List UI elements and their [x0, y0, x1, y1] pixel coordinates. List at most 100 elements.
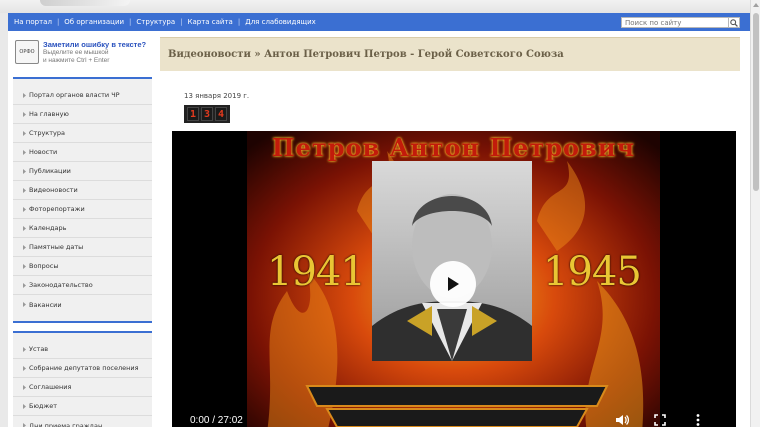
nav-link-about[interactable]: Об организации — [64, 18, 124, 26]
sidebar-item[interactable]: Структура — [13, 124, 152, 143]
nav-link-sitemap[interactable]: Карта сайта — [188, 18, 233, 26]
fullscreen-icon — [654, 414, 666, 426]
sidebar-item[interactable]: Вопросы — [13, 257, 152, 276]
search-icon — [730, 18, 738, 27]
chevron-right-icon — [23, 131, 26, 136]
counter-digit: 4 — [215, 107, 227, 121]
sidebar-item-label: Календарь — [29, 224, 67, 232]
sidebar-item-label: Публикации — [29, 167, 71, 175]
chevron-right-icon — [23, 283, 26, 288]
volume-icon — [616, 415, 630, 425]
page-header: Видеоновости » Антон Петрович Петров - Г… — [160, 37, 740, 71]
nav-link-portal[interactable]: На портал — [14, 18, 52, 26]
year-left: 1941 — [267, 249, 366, 295]
nav-separator: | — [180, 18, 183, 26]
nav-separator: | — [129, 18, 132, 26]
main-content: Видеоновости » Антон Петрович Петров - Г… — [160, 37, 740, 427]
sidebar-item-label: Законодательство — [29, 281, 93, 289]
orpho-icon: ОРФО — [15, 40, 39, 64]
top-shade — [0, 0, 760, 13]
sidebar-item-label: На главную — [29, 110, 69, 118]
volume-button[interactable] — [615, 413, 630, 427]
chevron-right-icon — [23, 302, 26, 307]
sidebar-item[interactable]: Календарь — [13, 219, 152, 238]
video-player[interactable]: Петров Антон Петрович 1941 1945 0:00 / 2… — [172, 131, 736, 427]
sidebar-item-label: Бюджет — [29, 402, 58, 410]
scrollbar-thumb[interactable] — [753, 13, 759, 191]
page-scrollbar[interactable] — [750, 0, 760, 427]
sidebar-item[interactable]: Портал органов власти ЧР — [13, 86, 152, 105]
sidebar-item-label: Фоторепортажи — [29, 205, 85, 213]
sidebar-menu-main: Портал органов власти ЧР На главную Структ… — [13, 77, 152, 323]
sidebar-item[interactable]: Публикации — [13, 162, 152, 181]
sidebar-item-label: Собрание депутатов поселения — [29, 364, 139, 372]
year-right: 1945 — [543, 249, 642, 295]
chevron-right-icon — [23, 188, 26, 193]
sidebar-item[interactable]: Вакансии — [13, 295, 152, 314]
content-area: ОРФО Заметили ошибку в тексте? Выделите … — [8, 31, 750, 427]
nav-link-accessibility[interactable]: Для слабовидящих — [245, 18, 316, 26]
chevron-right-icon — [23, 207, 26, 212]
sidebar-item[interactable]: Видеоновости — [13, 181, 152, 200]
sidebar-item-label: Дни приема граждан — [29, 421, 103, 427]
nav-link-structure[interactable]: Структура — [136, 18, 175, 26]
chevron-right-icon — [23, 423, 26, 427]
more-options-button[interactable] — [691, 413, 705, 427]
search-input[interactable] — [621, 17, 729, 28]
sidebar-item[interactable]: Фоторепортажи — [13, 200, 152, 219]
sidebar-item[interactable]: Памятные даты — [13, 238, 152, 257]
counter-digit: 1 — [187, 107, 199, 121]
sidebar-item[interactable]: Дни приема граждан — [13, 416, 152, 427]
video-frame-title: Петров Антон Петрович — [271, 133, 636, 162]
sidebar-item[interactable]: Бюджет — [13, 397, 152, 416]
fullscreen-button[interactable] — [653, 413, 667, 427]
search-button[interactable] — [729, 17, 740, 28]
chevron-right-icon — [23, 347, 26, 352]
chevron-right-icon — [23, 385, 26, 390]
sidebar-item-label: Вопросы — [29, 262, 59, 270]
chevron-right-icon — [23, 366, 26, 371]
chevron-right-icon — [23, 169, 26, 174]
nav-separator: | — [237, 18, 241, 26]
nav-separator: | — [56, 18, 60, 26]
sidebar-item[interactable]: На главную — [13, 105, 152, 124]
sidebar-item[interactable]: Новости — [13, 143, 152, 162]
chevron-right-icon — [23, 112, 26, 117]
sidebar: ОРФО Заметили ошибку в тексте? Выделите … — [13, 37, 152, 427]
sidebar-item-label: Вакансии — [29, 300, 62, 309]
more-vertical-icon — [696, 414, 700, 426]
sidebar-menu-secondary: Устав Собрание депутатов поселения Соглаше… — [13, 331, 152, 427]
search-box — [621, 17, 740, 28]
chevron-right-icon — [23, 150, 26, 155]
chevron-right-icon — [23, 245, 26, 250]
publish-date: 13 января 2019 г. — [184, 92, 250, 100]
sidebar-item[interactable]: Собрание депутатов поселения — [13, 359, 152, 378]
sidebar-item-label: Соглашения — [29, 383, 72, 391]
logo-strip — [40, 0, 130, 6]
orpho-line-1: Выделите ее мышкой — [43, 49, 109, 56]
view-counter: 1 3 4 — [184, 105, 230, 123]
orpho-text: Заметили ошибку в тексте? Выделите ее мы… — [43, 40, 146, 65]
sidebar-item[interactable]: Соглашения — [13, 378, 152, 397]
sidebar-item-label: Структура — [29, 129, 65, 137]
counter-digit: 3 — [201, 107, 213, 121]
sidebar-item[interactable]: Законодательство — [13, 276, 152, 295]
video-time: 0:00 / 27:02 — [190, 415, 243, 426]
page-title: Видеоновости » Антон Петрович Петров - Г… — [168, 49, 564, 60]
sidebar-item-label: Новости — [29, 148, 58, 156]
sidebar-item[interactable]: Устав — [13, 340, 152, 359]
orpho-widget[interactable]: ОРФО Заметили ошибку в тексте? Выделите … — [13, 37, 152, 73]
video-controls: 0:00 / 27:02 — [172, 407, 736, 427]
top-navigation: На портал | Об организации | Структура |… — [8, 13, 750, 31]
orpho-title: Заметили ошибку в тексте? — [43, 40, 147, 49]
chevron-right-icon — [23, 404, 26, 409]
orpho-line-2: и нажмите Ctrl + Enter — [43, 57, 110, 64]
play-icon — [448, 277, 459, 291]
play-button[interactable] — [430, 261, 476, 307]
chevron-right-icon — [23, 226, 26, 231]
chevron-right-icon — [23, 93, 26, 98]
sidebar-item-label: Памятные даты — [29, 243, 84, 251]
scroll-up-arrow-icon[interactable] — [753, 2, 759, 8]
sidebar-item-label: Портал органов власти ЧР — [29, 91, 120, 99]
chevron-right-icon — [23, 264, 26, 269]
